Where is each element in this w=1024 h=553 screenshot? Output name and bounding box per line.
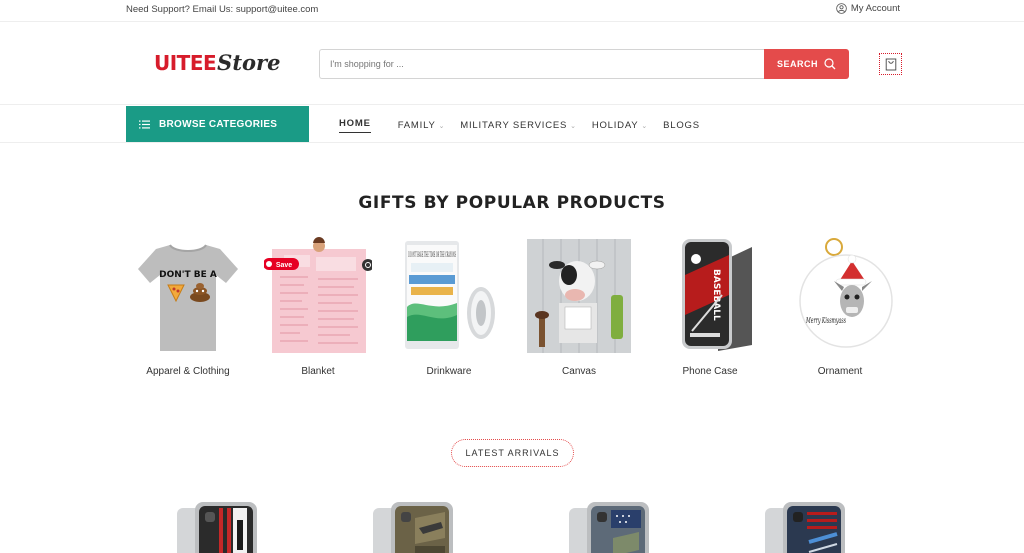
phone-case-product-image bbox=[373, 502, 453, 553]
nav-item-label: FAMILY bbox=[397, 120, 436, 131]
phone-case-product-image bbox=[569, 502, 649, 553]
product-card[interactable] bbox=[567, 498, 651, 553]
nav-item-label: HOLIDAY bbox=[591, 120, 639, 131]
tshirt-image: DON'T BE A bbox=[138, 244, 238, 351]
store-logo[interactable]: UITEE Store bbox=[154, 50, 280, 75]
search-button[interactable]: SEARCH bbox=[764, 49, 849, 79]
main-nav: BROWSE CATEGORIES HOME FAMILY ⌄ MILITARY … bbox=[0, 106, 1024, 143]
blanket-image: Save bbox=[264, 237, 372, 353]
category-drinkware[interactable]: I DON'T HAVE THE TIME OR THE CRAYONS Dri… bbox=[389, 230, 509, 380]
tumbler-print-text: I DON'T HAVE THE TIME OR THE CRAYONS bbox=[408, 251, 456, 259]
nav-item-military-services[interactable]: MILITARY SERVICES ⌄ bbox=[460, 118, 577, 133]
search-icon bbox=[824, 58, 836, 70]
shirt-print-text: DON'T BE A bbox=[159, 270, 217, 280]
nav-item-holiday[interactable]: HOLIDAY ⌄ bbox=[592, 118, 648, 133]
product-card[interactable] bbox=[175, 498, 259, 553]
nav-menu: HOME FAMILY ⌄ MILITARY SERVICES ⌄ HOLIDAY ⌄… bbox=[339, 118, 700, 133]
category-label: Phone Case bbox=[682, 366, 738, 377]
category-canvas[interactable]: Canvas bbox=[519, 230, 639, 380]
category-phone-case[interactable]: BASEBALL Phone Case bbox=[650, 230, 770, 380]
product-categories: DON'T BE A Apparel & Clothing Save Blank… bbox=[0, 230, 1024, 390]
search-bar: SEARCH bbox=[319, 49, 849, 79]
canvas-image bbox=[527, 239, 631, 353]
top-bar: Need Support? Email Us: support@uitee.co… bbox=[0, 0, 1024, 22]
nav-item-label: HOME bbox=[339, 118, 371, 129]
nav-item-home[interactable]: HOME bbox=[339, 118, 371, 133]
category-label: Drinkware bbox=[426, 366, 472, 377]
search-button-label: SEARCH bbox=[776, 59, 818, 69]
logo-text-uitee: UITEE bbox=[154, 51, 217, 75]
browse-categories-button[interactable]: BROWSE CATEGORIES bbox=[126, 106, 309, 142]
nav-item-blogs[interactable]: BLOGS bbox=[663, 118, 700, 133]
chevron-down-icon: ⌄ bbox=[570, 122, 577, 130]
pinterest-save-label: Save bbox=[276, 262, 292, 269]
product-card[interactable] bbox=[371, 498, 455, 553]
phone-case-product-image bbox=[177, 502, 257, 553]
category-label: Canvas bbox=[562, 366, 596, 377]
phone-case-product-image bbox=[765, 502, 845, 553]
phone-case-image: BASEBALL bbox=[682, 239, 752, 351]
my-account-link[interactable]: My Account bbox=[836, 3, 900, 14]
category-label: Apparel & Clothing bbox=[146, 366, 230, 377]
latest-arrivals-tab[interactable]: LATEST ARRIVALS bbox=[451, 439, 574, 467]
logo-text-store: Store bbox=[217, 50, 281, 75]
cart-button[interactable] bbox=[879, 53, 902, 75]
phone-case-print-text: BASEBALL bbox=[711, 269, 721, 321]
tumbler-image: I DON'T HAVE THE TIME OR THE CRAYONS bbox=[405, 241, 495, 349]
browse-categories-label: BROWSE CATEGORIES bbox=[159, 118, 278, 130]
section-title: GIFTS BY POPULAR PRODUCTS bbox=[358, 193, 666, 213]
product-card[interactable] bbox=[763, 498, 847, 553]
user-icon bbox=[836, 3, 847, 14]
nav-item-family[interactable]: FAMILY ⌄ bbox=[398, 118, 446, 133]
nav-item-label: BLOGS bbox=[663, 120, 700, 131]
support-text: Need Support? Email Us: support@uitee.co… bbox=[126, 4, 319, 15]
category-blanket[interactable]: Save Blanket bbox=[258, 230, 378, 380]
ornament-print-text: Merry Kissmyass bbox=[805, 316, 846, 325]
search-input[interactable] bbox=[319, 49, 764, 79]
ornament-image: Merry Kissmyass bbox=[799, 238, 893, 348]
category-label: Blanket bbox=[301, 366, 335, 377]
header: UITEE Store SEARCH bbox=[0, 23, 1024, 105]
category-apparel[interactable]: DON'T BE A Apparel & Clothing bbox=[128, 230, 248, 380]
chevron-down-icon: ⌄ bbox=[641, 122, 649, 130]
latest-products-row bbox=[0, 498, 1024, 553]
chevron-down-icon: ⌄ bbox=[438, 122, 446, 130]
nav-item-label: MILITARY SERVICES bbox=[460, 120, 568, 131]
shopping-bag-icon bbox=[885, 58, 896, 70]
category-label: Ornament bbox=[817, 366, 863, 377]
my-account-label: My Account bbox=[850, 3, 900, 14]
category-ornament[interactable]: Merry Kissmyass Ornament bbox=[780, 230, 900, 380]
list-icon bbox=[139, 120, 150, 128]
